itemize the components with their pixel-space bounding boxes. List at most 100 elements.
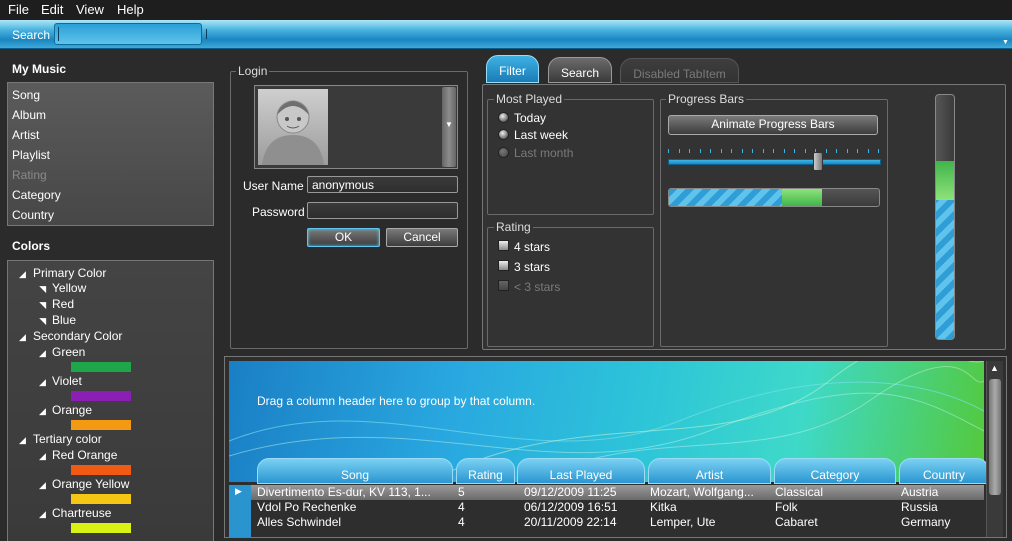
cell-last-played[interactable]: 20/11/2009 22:14 [524,515,649,529]
username-field[interactable]: anonymous [307,176,458,193]
table-row[interactable]: Divertimento Es-dur, KV 113, 1... 5 09/1… [251,485,984,500]
most-played-title: Most Played [494,92,565,106]
column-header-artist[interactable]: Artist [648,458,771,484]
list-item[interactable]: Country [12,208,54,222]
expand-triangle-icon[interactable]: ◢ [19,269,26,280]
ok-button[interactable]: OK [307,228,380,247]
cancel-button[interactable]: Cancel [386,228,458,247]
cell-song[interactable]: Divertimento Es-dur, KV 113, 1... [257,485,453,499]
radio-today[interactable] [498,112,509,123]
tree-node-blue[interactable]: Blue [52,313,76,327]
avatar-scrollbar[interactable]: ▼ [442,87,456,167]
cell-last-played[interactable]: 06/12/2009 16:51 [524,500,649,514]
expand-triangle-icon[interactable]: ◢ [39,451,46,462]
slider-tick [731,149,732,153]
tree-node-violet[interactable]: Violet [52,374,82,388]
radio-last-week[interactable] [498,129,509,140]
column-header-song[interactable]: Song [257,458,453,484]
expand-triangle-icon[interactable]: ◢ [39,480,46,491]
table-row[interactable]: Alles Schwindel 4 20/11/2009 22:14 Lempe… [251,515,984,530]
avatar-listbox[interactable]: ▼ [254,85,458,169]
cell-song[interactable]: Vdol Po Rechenke [257,500,453,514]
tab-filter[interactable]: Filter [486,55,539,83]
expand-triangle-icon[interactable]: ◢ [39,348,46,359]
checkbox-3-stars[interactable] [498,260,509,271]
cell-last-played[interactable]: 09/12/2009 11:25 [524,485,649,499]
slider-track[interactable] [668,159,881,165]
expand-triangle-icon[interactable]: ◢ [39,509,46,520]
collapse-triangle-icon[interactable]: ◢ [37,286,48,293]
cell-rating[interactable]: 5 [458,485,508,499]
menu-help[interactable]: Help [117,2,144,17]
menu-view[interactable]: View [76,2,104,17]
collapse-triangle-icon[interactable]: ◢ [37,302,48,309]
checkbox-label[interactable]: 4 stars [514,240,550,254]
radio-label[interactable]: Last week [514,128,568,142]
tree-node-orange-yellow[interactable]: Orange Yellow [52,477,129,491]
radio-label[interactable]: Today [514,111,546,125]
table-row[interactable]: Vdol Po Rechenke 4 06/12/2009 16:51 Kitk… [251,500,984,515]
cell-artist[interactable]: Kitka [650,500,768,514]
tree-node-secondary[interactable]: Secondary Color [33,329,122,343]
column-header-last-played[interactable]: Last Played [517,458,645,484]
column-header-country[interactable]: Country [899,458,989,484]
slider-tick [878,149,879,153]
grid-vertical-scrollbar[interactable]: ▲ [986,361,1003,537]
radio-last-month [498,147,509,158]
column-header-category[interactable]: Category [774,458,896,484]
slider-tick [762,149,764,153]
cell-rating[interactable]: 4 [458,500,508,514]
tree-node-green[interactable]: Green [52,345,85,359]
cell-artist[interactable]: Lemper, Ute [650,515,768,529]
expand-triangle-icon[interactable]: ◢ [19,332,26,343]
password-field[interactable] [307,202,458,219]
music-listbox[interactable]: Song Album Artist Playlist Rating Catego… [7,82,214,226]
search-label: Search [12,28,51,42]
tree-node-red-orange[interactable]: Red Orange [52,448,117,462]
cell-category[interactable]: Folk [775,500,885,514]
list-item[interactable]: Song [12,88,40,102]
expand-triangle-icon[interactable]: ◢ [39,406,46,417]
search-input[interactable] [54,23,202,45]
colors-treeview[interactable]: ◢ Primary Color ◢ Yellow ◢ Red ◢ Blue ◢ … [7,260,214,541]
cell-country[interactable]: Russia [901,500,981,514]
slider-tick [689,149,690,153]
tree-node-red[interactable]: Red [52,297,74,311]
scroll-up-icon[interactable]: ▲ [990,363,999,373]
music-datagrid[interactable]: Drag a column header here to group by th… [224,356,1007,538]
menu-file[interactable]: File [8,2,29,17]
cell-country[interactable]: Austria [901,485,981,499]
list-item[interactable]: Artist [12,128,39,142]
menu-edit[interactable]: Edit [41,2,63,17]
cell-category[interactable]: Classical [775,485,885,499]
checkbox-label[interactable]: 3 stars [514,260,550,274]
color-swatch [71,465,131,475]
list-item[interactable]: Playlist [12,148,50,162]
cell-rating[interactable]: 4 [458,515,508,529]
slider-tick [710,149,711,153]
tree-node-primary[interactable]: Primary Color [33,266,106,280]
slider-thumb[interactable] [812,152,823,171]
collapse-triangle-icon[interactable]: ◢ [37,318,48,325]
cell-country[interactable]: Germany [901,515,981,529]
list-item[interactable]: Category [12,188,61,202]
expand-triangle-icon[interactable]: ◢ [39,377,46,388]
cell-category[interactable]: Cabaret [775,515,885,529]
search-separator [206,29,207,39]
tab-search[interactable]: Search [548,57,612,83]
overflow-chevron-icon[interactable]: ▼ [1002,39,1009,46]
cell-song[interactable]: Alles Schwindel [257,515,453,529]
tree-node-chartreuse[interactable]: Chartreuse [52,506,111,520]
scroll-down-icon[interactable]: ▼ [445,120,453,129]
scrollbar-thumb[interactable] [989,379,1001,495]
cell-artist[interactable]: Mozart, Wolfgang... [650,485,768,499]
column-header-rating[interactable]: Rating [456,458,515,484]
color-swatch [71,362,131,372]
list-item[interactable]: Album [12,108,46,122]
tree-node-yellow[interactable]: Yellow [52,281,86,295]
tree-node-orange[interactable]: Orange [52,403,92,417]
tree-node-tertiary[interactable]: Tertiary color [33,432,102,446]
expand-triangle-icon[interactable]: ◢ [19,435,26,446]
animate-progress-button[interactable]: Animate Progress Bars [668,115,878,135]
checkbox-4-stars[interactable] [498,240,509,251]
